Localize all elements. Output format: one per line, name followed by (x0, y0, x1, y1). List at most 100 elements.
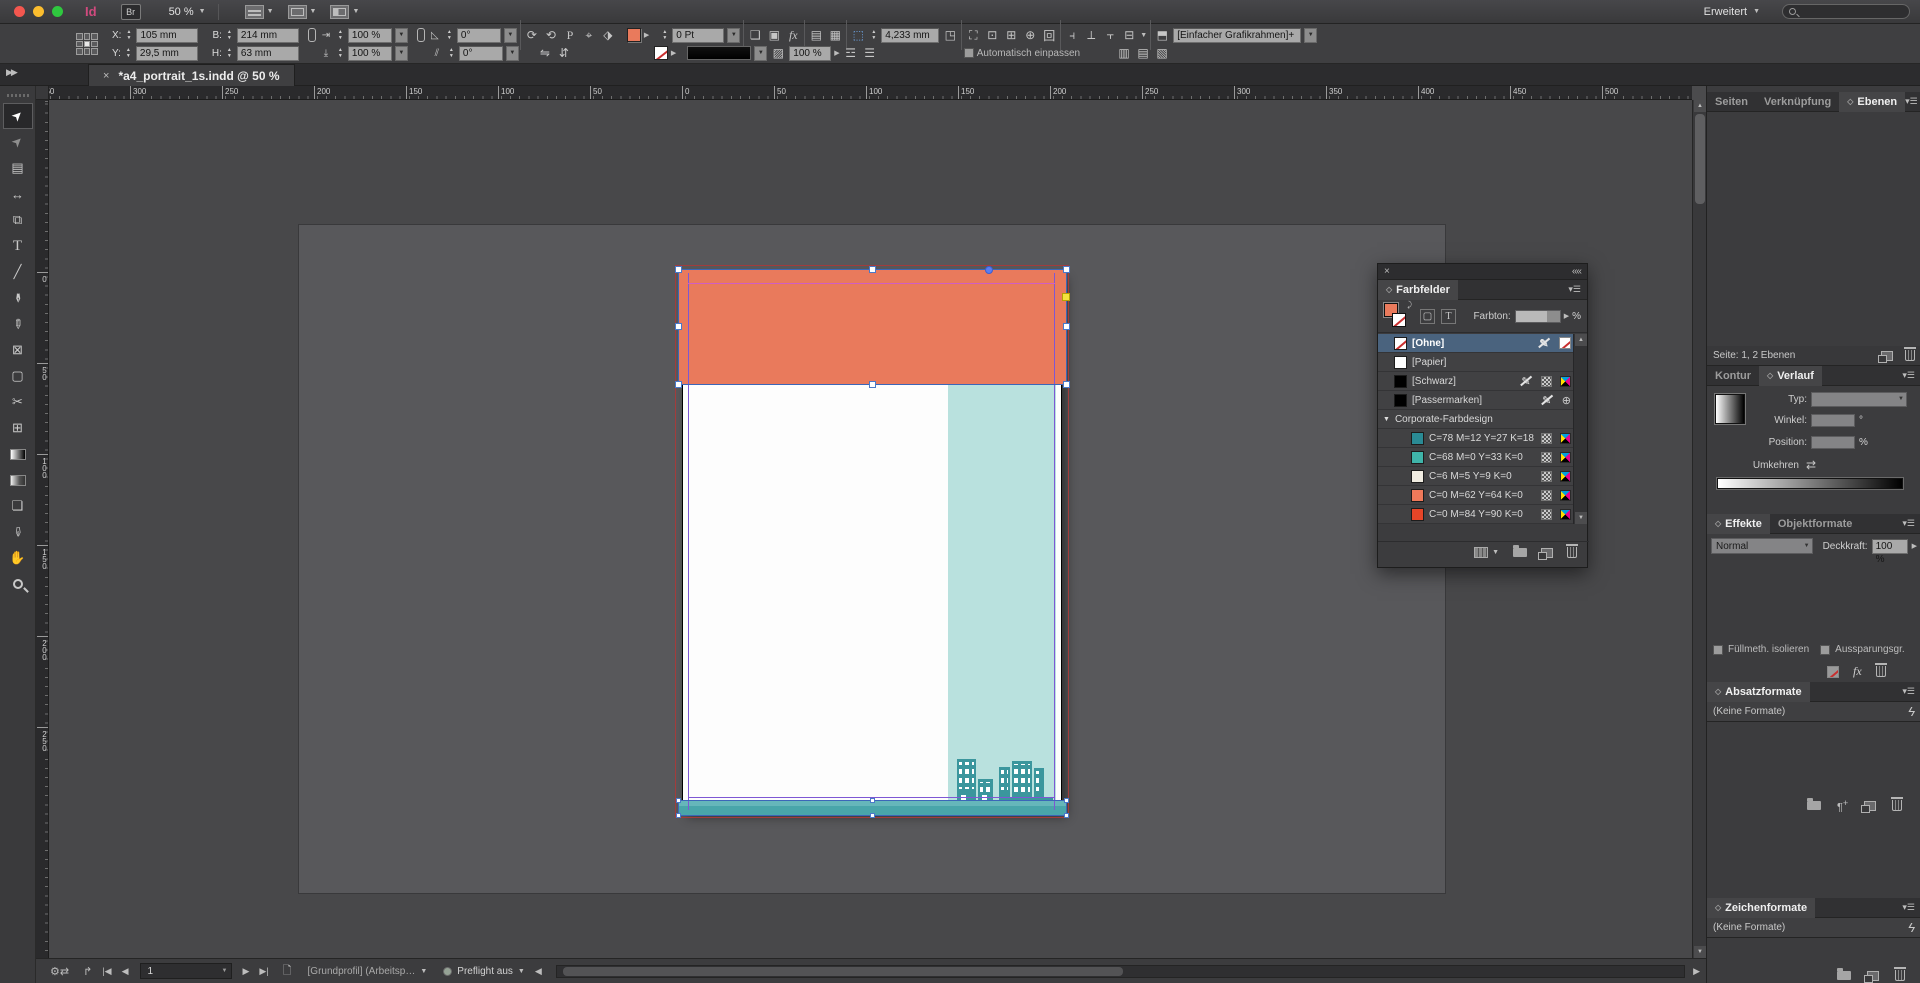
opacity-flyout-icon[interactable]: ▶ (1912, 542, 1917, 550)
y-field[interactable]: 29,5 mm (136, 46, 198, 61)
knockout-group-checkbox[interactable] (1820, 645, 1830, 655)
collapse-panel-icon[interactable]: «« (1572, 266, 1581, 277)
swatch-row[interactable]: ▼ [Papier] ✎ ⊕ (1378, 353, 1575, 372)
reference-point-proxy[interactable] (76, 33, 98, 55)
height-stepper[interactable]: ▲▼ (225, 47, 234, 59)
gradient-feather-tool[interactable] (3, 467, 33, 493)
clear-effects-icon[interactable] (1827, 666, 1839, 678)
format-text-icon[interactable]: T (1441, 309, 1456, 324)
fit-content-icon[interactable]: ⛶ (965, 28, 981, 43)
scale-y-dropdown[interactable]: ▼ (395, 46, 408, 61)
swap-fill-stroke-icon[interactable]: ⤸ (1407, 300, 1412, 310)
align-left-icon[interactable]: ⫞ (1064, 28, 1080, 43)
wrap-bounding-icon[interactable]: ▦ (827, 28, 843, 42)
close-panel-icon[interactable]: × (1384, 266, 1390, 277)
position-field[interactable] (1811, 436, 1855, 449)
drop-shadow-icon[interactable]: ❑ (747, 28, 763, 42)
quick-apply-icon[interactable]: ϟ (1908, 704, 1915, 719)
quick-apply-icon[interactable]: ϟ (1908, 920, 1915, 935)
wrap-both-icon[interactable]: ☰ (862, 46, 878, 60)
vertical-ruler[interactable]: 050100150200250 (36, 100, 49, 958)
corner-edit-handle[interactable] (1062, 293, 1070, 301)
selection-handle-ne[interactable] (1063, 266, 1070, 273)
screen-mode-icon[interactable] (288, 5, 307, 19)
footer-handle-n[interactable] (870, 798, 875, 803)
selection-handle-nw[interactable] (675, 266, 682, 273)
scroll-up-icon[interactable]: ▲ (1575, 334, 1587, 346)
scroll-left-icon[interactable]: ◀ (535, 966, 542, 977)
constrain-scale-icon[interactable] (417, 28, 425, 42)
swatch-row[interactable]: ▼ C=6 M=5 Y=9 K=0 ✎ ⊕ (1378, 467, 1575, 486)
tab-ebenen[interactable]: ◇Ebenen (1839, 92, 1905, 112)
scale-x-stepper[interactable]: ▲▼ (336, 29, 345, 41)
zoom-level-select[interactable]: 50 %▼ (169, 6, 206, 18)
arrange-documents-icon[interactable] (330, 5, 349, 19)
panel-grip[interactable] (7, 94, 29, 97)
new-style-icon[interactable] (1867, 971, 1879, 981)
free-transform-tool[interactable]: ⊞ (3, 415, 33, 441)
swatch-row[interactable]: ▼ C=0 M=84 Y=90 K=0 ✎ ⊕ (1378, 505, 1575, 524)
last-page-icon[interactable]: ▶| (259, 966, 268, 977)
select-previous-icon[interactable]: ⬗ (600, 28, 616, 42)
content-collector-tool[interactable]: ⧉ (3, 207, 33, 233)
trash-icon[interactable] (1876, 666, 1886, 677)
opacity-flyout-icon[interactable]: ▶ (834, 49, 839, 57)
rectangle-tool[interactable]: ▢ (3, 363, 33, 389)
fit-frame-icon[interactable]: ⊡ (984, 28, 1000, 42)
style-group-folder-icon[interactable] (1837, 971, 1851, 980)
footer-handle-s[interactable] (870, 813, 875, 818)
object-style-dropdown[interactable]: ▼ (1304, 28, 1317, 43)
selection-handle-s[interactable] (869, 381, 876, 388)
new-layer-icon[interactable] (1881, 351, 1893, 361)
panel-menu-icon[interactable]: ▾☰ (1902, 518, 1915, 529)
stroke-swatch[interactable] (1392, 313, 1406, 327)
stroke-weight-dropdown[interactable]: ▼ (727, 28, 740, 43)
document-page[interactable] (682, 272, 1062, 811)
swatch-row[interactable]: ▼ Corporate-Farbdesign ✎ ⊕ (1378, 410, 1575, 429)
frame-tool[interactable]: ⊠ (3, 337, 33, 363)
transparency-icon[interactable]: ▣ (766, 28, 782, 42)
footer-handle-ne[interactable] (1064, 798, 1069, 803)
redefine-style-icon[interactable]: ¶+ (1837, 798, 1848, 814)
swatch-row[interactable]: ▼ [Passermarken] ✎ ⊕ (1378, 391, 1575, 410)
workspace-switcher[interactable]: Erweitert▼ (1704, 6, 1760, 18)
rotate-cw-icon[interactable]: ⟳ (524, 28, 540, 42)
footer-handle-nw[interactable] (676, 798, 681, 803)
gradient-tool[interactable] (3, 441, 33, 467)
scroll-down-icon[interactable]: ▼ (1694, 946, 1706, 958)
page-number-field[interactable]: 1 (140, 963, 232, 979)
blend-mode-dropdown[interactable]: Normal (1711, 538, 1813, 554)
swatches-titlebar[interactable]: × «« (1378, 264, 1587, 280)
scale-x-dropdown[interactable]: ▼ (395, 28, 408, 43)
horizontal-scroll-thumb[interactable] (563, 967, 1123, 976)
style-group-folder-icon[interactable] (1807, 801, 1821, 810)
new-swatch-icon[interactable] (1541, 548, 1553, 558)
wrap-jump-icon[interactable]: ☲ (843, 46, 859, 60)
autofit-checkbox[interactable] (964, 48, 974, 58)
swatch-row[interactable]: ▼ [Ohne] ✎ ⊕ (1378, 334, 1575, 353)
trash-icon[interactable] (1895, 970, 1905, 981)
tab-verlauf[interactable]: ◇Verlauf (1759, 366, 1822, 386)
fill-flyout-icon[interactable]: ▶ (644, 31, 649, 39)
trash-icon[interactable] (1905, 350, 1915, 361)
center-content-icon[interactable]: 回 (1041, 27, 1057, 44)
zoom-window-button[interactable] (52, 6, 63, 17)
tab-absatzformate[interactable]: ◇Absatzformate (1707, 682, 1810, 702)
gap-tool[interactable]: ↔ (3, 181, 33, 207)
scroll-down-icon[interactable]: ▼ (1575, 512, 1587, 524)
ruler-origin-box[interactable] (36, 86, 49, 100)
swatches-scrollbar[interactable]: ▲ ▼ (1573, 334, 1587, 524)
align-right-icon[interactable]: ⫟ (1102, 28, 1118, 43)
close-tab-icon[interactable]: × (103, 70, 109, 82)
tab-objektformate[interactable]: Objektformate (1770, 514, 1861, 534)
vertical-scroll-thumb[interactable] (1695, 114, 1705, 204)
pen-tool[interactable]: ✒ (3, 285, 33, 311)
align-options-icon[interactable]: ⊟ (1121, 28, 1137, 42)
next-page-icon[interactable]: ▶ (242, 966, 249, 977)
selection-handle-w[interactable] (675, 323, 682, 330)
distribute-v-icon[interactable]: ▤ (1135, 46, 1151, 60)
panel-menu-icon[interactable]: ▾☰ (1902, 902, 1915, 913)
panel-menu-icon[interactable]: ▾☰ (1905, 96, 1918, 107)
reverse-gradient-icon[interactable]: ⇄ (1803, 458, 1819, 472)
height-field[interactable]: 63 mm (237, 46, 299, 61)
